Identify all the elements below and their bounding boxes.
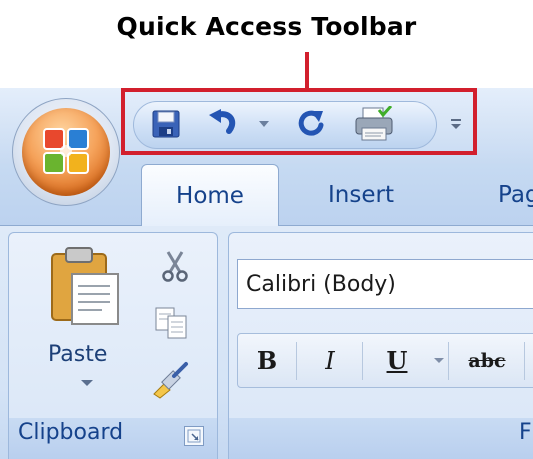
font-group-label: F: [519, 420, 532, 445]
paste-icon: [51, 247, 119, 325]
underline-dropdown-arrow[interactable]: [434, 358, 444, 363]
format-separator: [448, 342, 449, 380]
tab-insert[interactable]: Insert: [302, 164, 420, 226]
format-separator: [296, 342, 297, 380]
scissors-icon: [162, 251, 188, 282]
strikethrough-button[interactable]: abc: [454, 333, 520, 388]
callout-title: Quick Access Toolbar: [116, 12, 417, 41]
tab-home[interactable]: Home: [141, 164, 279, 226]
dialog-launcher-icon: [187, 429, 201, 443]
tab-page-layout[interactable]: Pag: [498, 164, 533, 226]
format-painter-icon: [153, 362, 188, 399]
copy-icon: [155, 307, 187, 339]
underline-button[interactable]: U: [370, 333, 424, 388]
italic-button[interactable]: I: [302, 333, 358, 388]
paste-button[interactable]: [48, 246, 124, 330]
copy-button[interactable]: [154, 306, 190, 344]
paste-label[interactable]: Paste: [48, 342, 107, 367]
font-name-input[interactable]: Calibri (Body): [237, 259, 533, 309]
format-separator: [524, 342, 525, 380]
office-logo-icon: [42, 127, 90, 179]
format-painter-button[interactable]: [150, 360, 190, 404]
clipboard-dialog-launcher[interactable]: [184, 426, 204, 446]
clipboard-group-label: Clipboard: [18, 420, 124, 445]
cut-button[interactable]: [160, 250, 190, 286]
font-group-label-bar: [229, 418, 533, 459]
paste-dropdown-arrow[interactable]: [81, 380, 93, 386]
callout-highlight-box: [121, 88, 477, 155]
bold-button[interactable]: B: [244, 333, 290, 388]
callout-line: [305, 52, 309, 89]
format-separator: [362, 342, 363, 380]
